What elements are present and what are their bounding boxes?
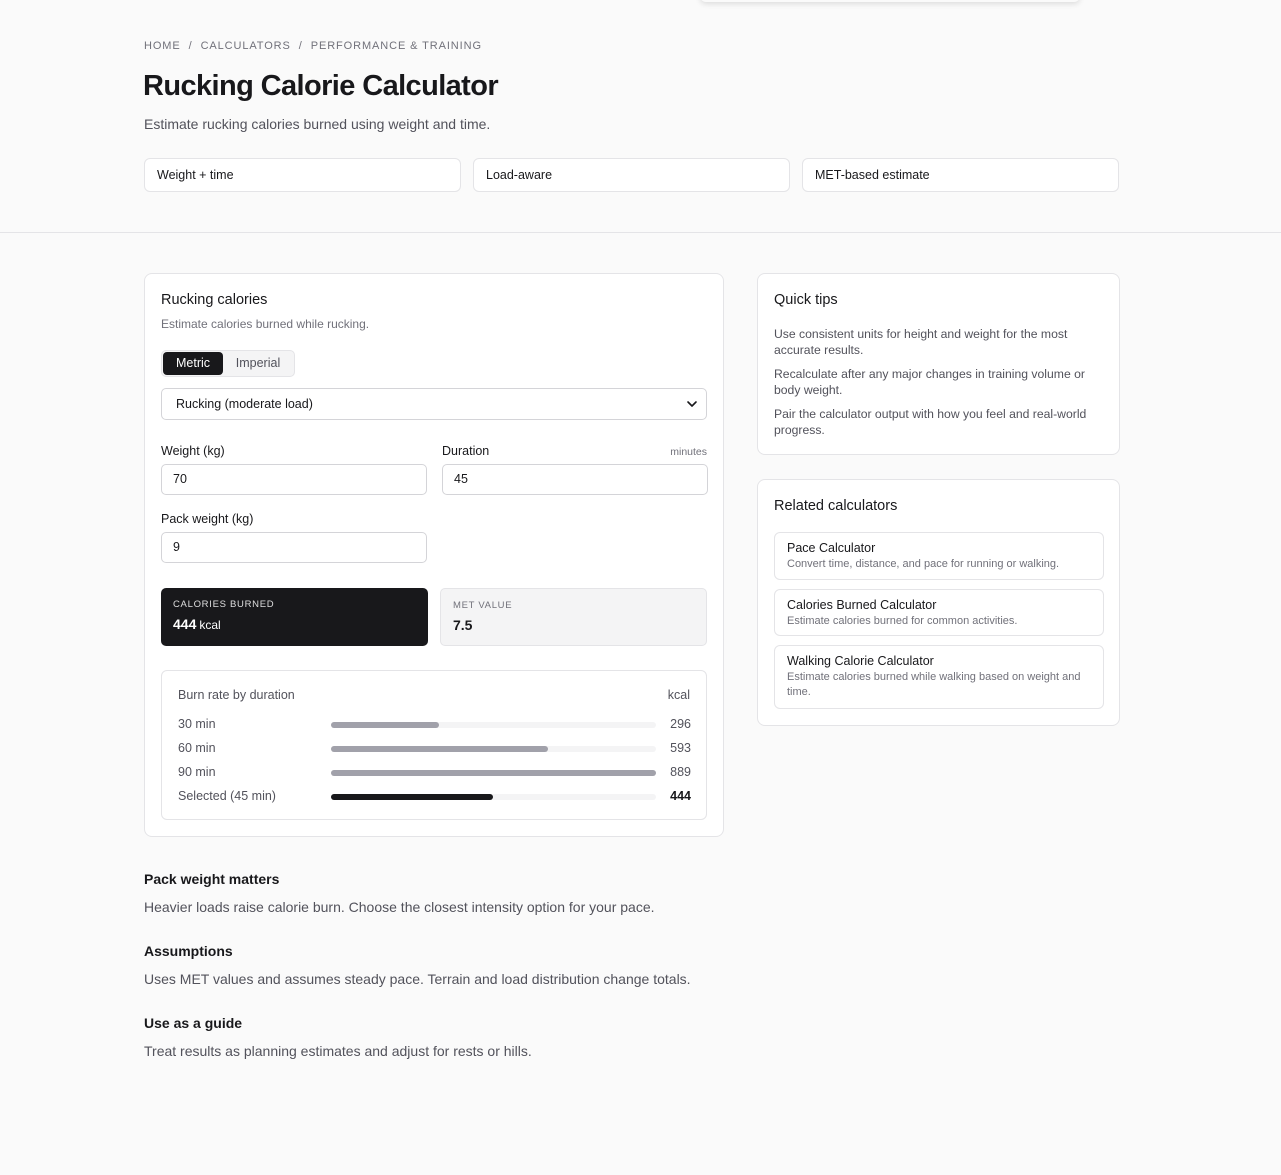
burn-rate-bar <box>331 746 548 752</box>
breadcrumb: HOME / CALCULATORS / PERFORMANCE & TRAIN… <box>144 40 482 52</box>
met-result: MET VALUE 7.5 <box>440 588 707 646</box>
burn-rate-value: 296 <box>670 717 691 731</box>
burn-rate-row: 30 min 296 <box>178 717 691 733</box>
feature-pill-load-aware: Load-aware <box>473 158 790 192</box>
quick-tips-title: Quick tips <box>774 292 838 308</box>
burn-rate-label: 30 min <box>178 717 216 731</box>
feature-pill-weight-time: Weight + time <box>144 158 461 192</box>
burn-rate-label: 90 min <box>178 765 216 779</box>
duration-unit-hint: minutes <box>670 446 707 458</box>
calculator-title: Rucking calories <box>161 292 268 308</box>
metric-button[interactable]: Metric <box>163 352 223 375</box>
related-item-name: Walking Calorie Calculator <box>787 654 934 668</box>
activity-select-value: Rucking (moderate load) <box>176 397 313 411</box>
tip-item: Use consistent units for height and weig… <box>774 327 1068 357</box>
unit-toggle: Metric Imperial <box>161 350 295 377</box>
calories-result-value-row: 444 kcal <box>173 616 416 632</box>
quick-tips-card: Quick tips Use consistent units for heig… <box>757 273 1120 455</box>
related-item-pace[interactable]: Pace Calculator Convert time, distance, … <box>774 532 1104 580</box>
weight-label: Weight (kg) <box>161 444 225 458</box>
related-item-desc: Estimate calories burned while walking b… <box>787 671 1081 698</box>
breadcrumb-calculators[interactable]: CALCULATORS <box>201 40 291 52</box>
calories-unit: kcal <box>199 618 221 632</box>
article-heading: Pack weight matters <box>144 871 280 887</box>
calculator-card: Rucking calories Estimate calories burne… <box>144 273 724 837</box>
related-item-desc: Convert time, distance, and pace for run… <box>787 558 1060 570</box>
article-paragraph: Heavier loads raise calorie burn. Choose… <box>144 899 655 915</box>
feature-pill-met-estimate: MET-based estimate <box>802 158 1119 192</box>
burn-rate-value: 444 <box>670 789 691 803</box>
chevron-down-icon <box>686 389 698 430</box>
burn-rate-bar <box>331 794 494 800</box>
burn-rate-label: 60 min <box>178 741 216 755</box>
met-result-label: MET VALUE <box>453 600 513 611</box>
burn-rate-track <box>331 794 656 800</box>
related-item-name: Pace Calculator <box>787 541 876 555</box>
related-item-desc: Estimate calories burned for common acti… <box>787 615 1018 627</box>
breadcrumb-home[interactable]: HOME <box>144 40 181 52</box>
calculator-subtitle: Estimate calories burned while rucking. <box>161 317 370 331</box>
burn-rate-panel: Burn rate by duration kcal 30 min 296 60 m… <box>161 670 707 820</box>
breadcrumb-separator: / <box>188 40 193 52</box>
related-item-calories-burned[interactable]: Calories Burned Calculator Estimate calo… <box>774 589 1104 636</box>
burn-rate-bar <box>331 722 440 728</box>
calories-result: CALORIES BURNED 444 kcal <box>161 588 428 646</box>
related-item-name: Calories Burned Calculator <box>787 598 937 612</box>
article-paragraph: Treat results as planning estimates and … <box>144 1043 532 1059</box>
article-heading: Assumptions <box>144 943 233 959</box>
weight-input[interactable]: 70 <box>161 464 427 495</box>
breadcrumb-category[interactable]: PERFORMANCE & TRAINING <box>311 40 482 52</box>
met-value: 7.5 <box>453 617 473 633</box>
burn-rate-row: Selected (45 min) 444 <box>178 789 691 805</box>
related-calculators-title: Related calculators <box>774 498 898 514</box>
imperial-button[interactable]: Imperial <box>223 352 293 375</box>
article-paragraph: Uses MET values and assumes steady pace.… <box>144 971 691 987</box>
tip-item: Recalculate after any major changes in t… <box>774 367 1085 397</box>
burn-rate-track <box>331 746 656 752</box>
burn-rate-row: 60 min 593 <box>178 741 691 757</box>
pack-weight-input[interactable]: 9 <box>161 532 427 563</box>
page-hero: HOME / CALCULATORS / PERFORMANCE & TRAIN… <box>0 0 1281 233</box>
burn-rate-value: 889 <box>670 765 691 779</box>
page-title: Rucking Calorie Calculator <box>143 70 499 102</box>
pack-weight-label: Pack weight (kg) <box>161 512 254 526</box>
calories-value: 444 <box>173 616 197 632</box>
burn-rate-value: 593 <box>670 741 691 755</box>
burn-rate-row: 90 min 889 <box>178 765 691 781</box>
tip-item: Pair the calculator output with how you … <box>774 407 1087 437</box>
duration-label: Duration <box>442 444 490 458</box>
breadcrumb-separator: / <box>298 40 303 52</box>
burn-rate-bar <box>331 770 656 776</box>
related-item-walking-calorie[interactable]: Walking Calorie Calculator Estimate calo… <box>774 645 1104 709</box>
duration-input[interactable]: 45 <box>442 464 708 495</box>
burn-rate-title: Burn rate by duration <box>178 688 295 702</box>
burn-rate-unit: kcal <box>667 688 690 702</box>
article-heading: Use as a guide <box>144 1015 243 1031</box>
related-calculators-card: Related calculators Pace Calculator Conv… <box>757 479 1120 726</box>
burn-rate-label: Selected (45 min) <box>178 789 276 803</box>
burn-rate-track <box>331 722 656 728</box>
calories-result-label: CALORIES BURNED <box>173 599 275 610</box>
activity-select[interactable]: Rucking (moderate load) <box>161 388 707 420</box>
burn-rate-track <box>331 770 656 776</box>
page-subtitle: Estimate rucking calories burned using w… <box>144 116 491 132</box>
